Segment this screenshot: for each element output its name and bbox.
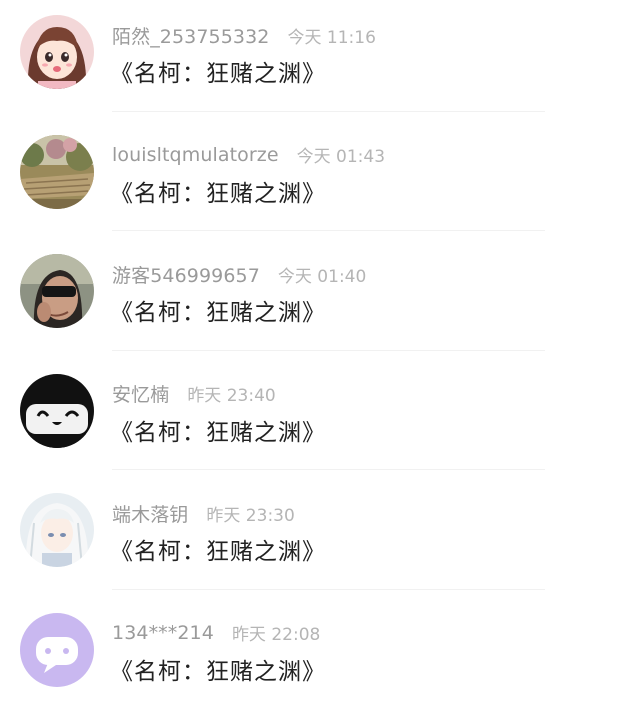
comment-meta: 134***214 昨天 22:08 (112, 618, 320, 648)
comment-item: 端木落钥 昨天 23:30 《名柯：狂赌之渊》 (0, 478, 640, 598)
comment-item: 134***214 昨天 22:08 《名柯：狂赌之渊》 (0, 598, 640, 718)
username[interactable]: 134***214 (112, 622, 214, 644)
comment-item: louisltqmulatorze 今天 01:43 《名柯：狂赌之渊》 (0, 120, 640, 240)
timestamp: 今天 11:16 (287, 27, 376, 48)
timestamp: 今天 01:43 (296, 147, 386, 168)
comment-text: 《名柯：狂赌之渊》 (110, 61, 326, 87)
comment-list: 陌然_253755332 今天 11:16 《名柯：狂赌之渊》 louisltq… (0, 0, 640, 718)
username[interactable]: 安忆楠 (112, 380, 169, 407)
comment-item: 陌然_253755332 今天 11:16 《名柯：狂赌之渊》 (0, 0, 640, 120)
timestamp: 昨天 23:30 (206, 505, 295, 526)
divider (112, 230, 545, 232)
username[interactable]: 端木落钥 (112, 500, 188, 527)
timestamp: 昨天 23:40 (187, 386, 276, 407)
divider (112, 349, 545, 351)
comment-meta: 安忆楠 昨天 23:40 (112, 379, 276, 409)
comment-item: 安忆楠 昨天 23:40 《名柯：狂赌之渊》 (0, 359, 640, 479)
person-sunglasses-avatar-icon[interactable] (20, 254, 94, 329)
comment-meta: louisltqmulatorze 今天 01:43 (112, 140, 385, 170)
anime-girl-avatar-icon[interactable] (20, 15, 94, 89)
comment-text: 《名柯：狂赌之渊》 (110, 180, 326, 207)
comment-text: 《名柯：狂赌之渊》 (110, 419, 326, 446)
white-hair-anime-avatar-icon[interactable] (20, 493, 94, 568)
username[interactable]: 陌然_253755332 (112, 22, 270, 49)
comment-item: 游客546999657 今天 01:40 《名柯：狂赌之渊》 (0, 239, 640, 359)
username[interactable]: 游客546999657 (112, 261, 260, 288)
divider (112, 588, 545, 590)
divider (112, 469, 545, 471)
timestamp: 昨天 22:08 (231, 625, 321, 646)
comment-meta: 游客546999657 今天 01:40 (112, 259, 366, 289)
comment-text: 《名柯：狂赌之渊》 (110, 539, 326, 566)
timestamp: 今天 01:40 (277, 266, 367, 287)
comment-text: 《名柯：狂赌之渊》 (110, 300, 326, 327)
comment-meta: 陌然_253755332 今天 11:16 (112, 20, 376, 50)
default-chat-bubble-avatar-icon[interactable] (20, 612, 94, 687)
username[interactable]: louisltqmulatorze (112, 144, 279, 166)
garden-path-avatar-icon[interactable] (20, 134, 94, 209)
black-cartoon-face-avatar-icon[interactable] (20, 373, 94, 448)
comment-meta: 端木落钥 昨天 23:30 (112, 498, 295, 528)
comment-text: 《名柯：狂赌之渊》 (110, 658, 326, 685)
divider (112, 110, 545, 112)
